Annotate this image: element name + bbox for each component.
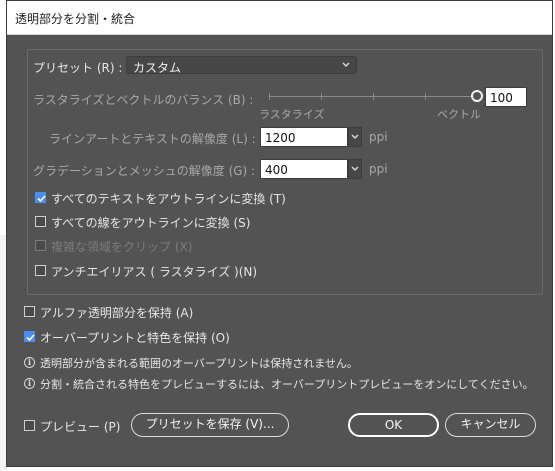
save-preset-button[interactable]: プリセットを保存 (V)... bbox=[131, 413, 289, 437]
line-art-resolution-value: 1200 bbox=[265, 131, 296, 145]
overprint-checkbox[interactable] bbox=[24, 331, 35, 342]
balance-max-label: ベクトル bbox=[437, 108, 481, 121]
info-message-overprint: 透明部分が含まれる範囲のオーバープリントは保持されません。 bbox=[40, 357, 358, 370]
dialog-title: 透明部分を分割・統合 bbox=[15, 12, 136, 26]
slider-tick bbox=[321, 93, 322, 100]
text-outline-checkbox[interactable] bbox=[35, 192, 46, 203]
antialias-checkbox[interactable] bbox=[35, 265, 46, 276]
gradient-resolution-label: グラデーションとメッシュの解像度 (G) : bbox=[33, 164, 256, 178]
line-art-resolution-dropdown[interactable] bbox=[348, 127, 362, 147]
overprint-label[interactable]: オーバープリントと特色を保持 (O) bbox=[40, 329, 230, 346]
balance-value: 100 bbox=[490, 91, 513, 105]
balance-value-field[interactable]: 100 bbox=[485, 87, 527, 107]
preserve-alpha-label[interactable]: アルファ透明部分を保持 (A) bbox=[40, 304, 193, 321]
line-art-unit: ppi bbox=[369, 130, 388, 144]
flatten-transparency-dialog: 透明部分を分割・統合 プリセット (R) : カスタム ラスタライズとベクトルの… bbox=[6, 0, 553, 467]
antialias-label[interactable]: アンチエイリアス ( ラスタライズ )(N) bbox=[51, 263, 257, 280]
line-art-resolution-label: ラインアートとテキストの解像度 (L) : bbox=[49, 132, 256, 146]
slider-tick bbox=[269, 93, 270, 100]
gradient-resolution-input[interactable]: 400 bbox=[260, 159, 348, 179]
chevron-down-icon bbox=[351, 166, 359, 171]
dialog-titlebar[interactable]: 透明部分を分割・統合 bbox=[7, 1, 552, 35]
balance-slider-handle[interactable] bbox=[471, 90, 483, 102]
info-icon: i bbox=[24, 378, 35, 389]
stroke-outline-checkbox[interactable] bbox=[35, 216, 46, 227]
checkmark-icon bbox=[37, 195, 46, 203]
stroke-outline-label[interactable]: すべての線をアウトラインに変換 (S) bbox=[51, 214, 250, 231]
chevron-down-icon bbox=[342, 62, 350, 67]
cancel-button[interactable]: キャンセル bbox=[445, 413, 536, 437]
preset-select[interactable]: カスタム bbox=[126, 56, 357, 75]
gradient-resolution-dropdown[interactable] bbox=[348, 159, 362, 179]
info-message-spot-preview: 分割・統合される特色をプレビューするには、オーバープリントプレビューをオンにして… bbox=[40, 378, 534, 391]
clip-complex-checkbox bbox=[35, 240, 46, 251]
info-icon: i bbox=[24, 357, 35, 368]
gradient-unit: ppi bbox=[369, 162, 388, 176]
balance-label: ラスタライズとベクトルのバランス (B) : bbox=[33, 93, 254, 107]
preset-value: カスタム bbox=[133, 61, 182, 75]
balance-min-label: ラスタライズ bbox=[259, 108, 325, 121]
slider-tick bbox=[425, 93, 426, 100]
slider-tick bbox=[373, 93, 374, 100]
gradient-resolution-value: 400 bbox=[265, 163, 288, 177]
text-outline-label[interactable]: すべてのテキストをアウトラインに変換 (T) bbox=[51, 190, 286, 207]
ok-button[interactable]: OK bbox=[348, 413, 439, 437]
line-art-resolution-input[interactable]: 1200 bbox=[260, 127, 348, 147]
clip-complex-label: 複雑な領域をクリップ (X) bbox=[51, 240, 193, 254]
chevron-down-icon bbox=[351, 134, 359, 139]
preview-label[interactable]: プレビュー (P) bbox=[40, 418, 120, 435]
checkmark-icon bbox=[26, 334, 35, 342]
preset-label: プリセット (R) : bbox=[33, 61, 123, 75]
preserve-alpha-checkbox[interactable] bbox=[24, 306, 35, 317]
preview-checkbox[interactable] bbox=[24, 420, 35, 431]
